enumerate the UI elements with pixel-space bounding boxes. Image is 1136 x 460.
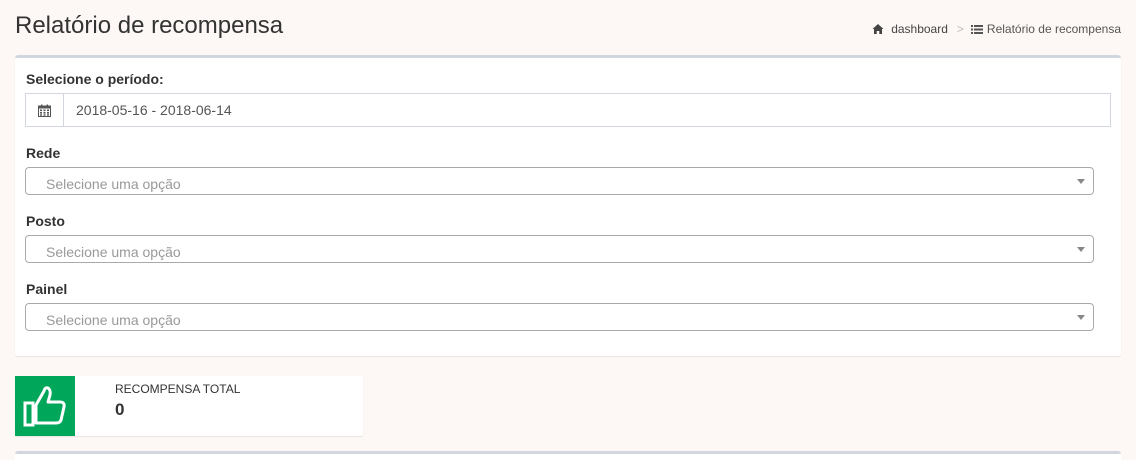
- posto-label: Posto: [26, 213, 65, 229]
- posto-select-placeholder: Selecione uma opção: [46, 244, 181, 260]
- total-reward-label: RECOMPENSA TOTAL: [115, 382, 241, 396]
- breadcrumb: dashboard > Relatório de recompensa: [872, 22, 1121, 36]
- breadcrumb-current: Relatório de recompensa: [986, 22, 1121, 36]
- period-label: Selecione o período:: [26, 71, 164, 87]
- total-reward-value: 0: [115, 400, 125, 419]
- total-reward-info-box: RECOMPENSA TOTAL 0: [15, 376, 363, 436]
- calendar-icon[interactable]: [26, 94, 64, 126]
- chevron-down-icon: [1077, 179, 1085, 184]
- chevron-down-icon: [1077, 315, 1085, 320]
- rede-select-placeholder: Selecione uma opção: [46, 176, 181, 192]
- painel-select-placeholder: Selecione uma opção: [46, 312, 181, 328]
- thumbs-up-icon: [15, 376, 75, 436]
- list-icon: [970, 24, 983, 35]
- page-header: Relatório de recompensa dashboard > Rela…: [0, 0, 1136, 50]
- next-box-edge: [15, 451, 1121, 460]
- painel-label: Painel: [26, 281, 68, 297]
- chevron-down-icon: [1077, 247, 1085, 252]
- filter-box: Selecione o período: Rede Selecione uma …: [15, 55, 1121, 356]
- home-icon: [872, 23, 884, 35]
- page-title: Relatório de recompensa: [15, 12, 284, 39]
- breadcrumb-dashboard-link[interactable]: dashboard: [891, 22, 948, 36]
- posto-select[interactable]: Selecione uma opção: [25, 235, 1094, 263]
- painel-select[interactable]: Selecione uma opção: [25, 303, 1094, 331]
- breadcrumb-separator: >: [956, 22, 964, 36]
- date-range-group[interactable]: [25, 93, 1111, 127]
- rede-label: Rede: [26, 145, 61, 161]
- rede-select[interactable]: Selecione uma opção: [25, 167, 1094, 195]
- date-range-input[interactable]: [64, 94, 1110, 126]
